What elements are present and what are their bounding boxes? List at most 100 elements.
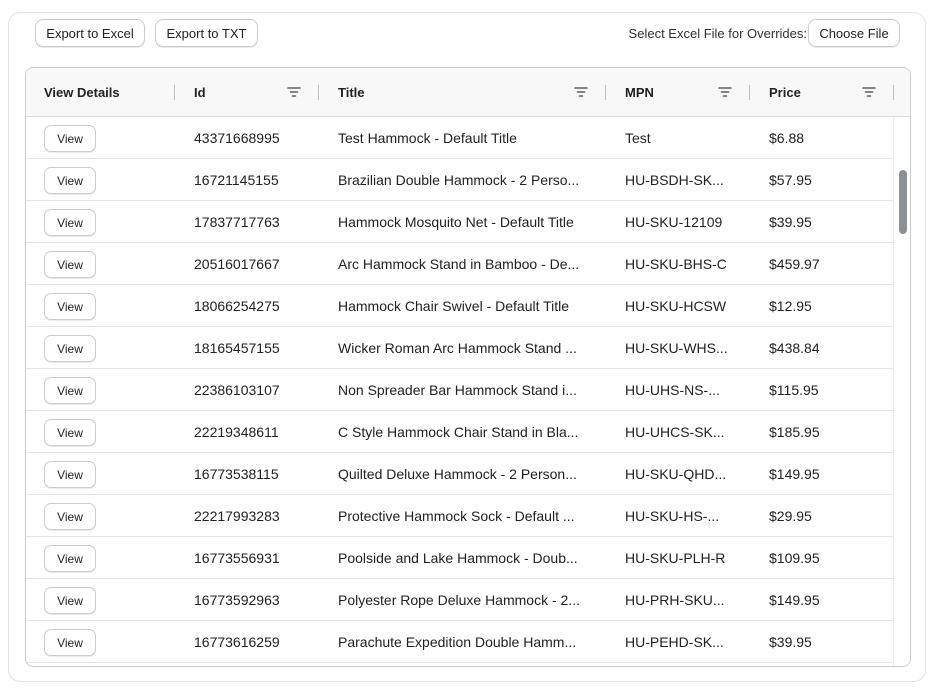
column-resizer[interactable] [174, 85, 175, 100]
view-details-button[interactable]: View [44, 293, 96, 320]
view-details-button[interactable]: View [44, 209, 96, 236]
view-details-button[interactable]: View [44, 167, 96, 194]
view-details-button[interactable]: View [44, 419, 96, 446]
filter-icon[interactable] [718, 86, 732, 98]
export-txt-button[interactable]: Export to TXT [155, 19, 258, 47]
column-resizer[interactable] [318, 85, 319, 100]
table-row[interactable]: View 18066254275 Hammock Chair Swivel - De… [26, 285, 894, 327]
cell-price: $39.95 [769, 213, 812, 230]
column-header-title[interactable]: Title [338, 68, 538, 116]
table-row[interactable]: View 18165457155 Wicker Roman Arc Hammock … [26, 327, 894, 369]
cell-title: Protective Hammock Sock - Default ... [338, 507, 575, 524]
table-row[interactable]: View 16773538115 Quilted Deluxe Hammock - … [26, 453, 894, 495]
filter-icon[interactable] [574, 86, 588, 98]
vertical-scrollbar[interactable] [893, 117, 910, 666]
cell-title: Brazilian Double Hammock - 2 Perso... [338, 171, 580, 188]
cell-price: $29.95 [769, 507, 812, 524]
cell-id: 43371668995 [194, 129, 280, 146]
view-details-button[interactable]: View [44, 503, 96, 530]
cell-title: Hammock Chair Swivel - Default Title [338, 297, 570, 314]
cell-title: C Style Hammock Chair Stand in Bla... [338, 423, 579, 440]
filter-icon[interactable] [862, 86, 876, 98]
view-details-button[interactable]: View [44, 461, 96, 488]
cell-price: $459.97 [769, 255, 820, 272]
column-resizer[interactable] [605, 85, 606, 100]
column-header-mpn[interactable]: MPN [625, 68, 715, 116]
view-details-button[interactable]: View [44, 629, 96, 656]
cell-id: 17837717763 [194, 213, 280, 230]
cell-id: 16721145155 [194, 171, 279, 188]
cell-id: 22217993283 [194, 507, 280, 524]
choose-file-button[interactable]: Choose File [808, 19, 900, 47]
cell-id: 16773592963 [194, 591, 280, 608]
cell-mpn: HU-SKU-WHS... [625, 339, 728, 356]
table-row[interactable]: View 16773556931 Poolside and Lake Hammock… [26, 537, 894, 579]
column-header-view-details[interactable]: View Details [44, 68, 174, 116]
export-panel: Export to Excel Export to TXT Select Exc… [8, 12, 926, 682]
grid-header: View Details Id Title MPN Price [26, 68, 910, 117]
cell-title: Hammock Mosquito Net - Default Title [338, 213, 574, 230]
table-row[interactable]: View 16773616259 Parachute Expedition Doub… [26, 621, 894, 663]
cell-price: $438.84 [769, 339, 820, 356]
cell-id: 20516017667 [194, 255, 280, 272]
table-row[interactable]: View 22219348611 C Style Hammock Chair Sta… [26, 411, 894, 453]
cell-mpn: HU-SKU-QHD... [625, 465, 727, 482]
cell-mpn: HU-PRH-SKU... [625, 591, 725, 608]
cell-id: 18165457155 [194, 339, 280, 356]
cell-title: Wicker Roman Arc Hammock Stand ... [338, 339, 577, 356]
grid-body: View 43371668995 Test Hammock - Default Ti… [26, 117, 894, 666]
cell-price: $115.95 [769, 381, 819, 398]
cell-mpn: HU-SKU-HCSW [625, 297, 727, 314]
cell-mpn: Test [625, 129, 651, 146]
cell-price: $57.95 [769, 171, 812, 188]
cell-mpn: HU-BSDH-SK... [625, 171, 724, 188]
table-row[interactable]: View 16721145155 Brazilian Double Hammock … [26, 159, 894, 201]
cell-title: Polyester Rope Deluxe Hammock - 2... [338, 591, 580, 608]
cell-id: 16773556931 [194, 549, 280, 566]
view-details-button[interactable]: View [44, 545, 96, 572]
cell-mpn: HU-SKU-HS-... [625, 507, 720, 524]
products-grid: View Details Id Title MPN Price View 4337… [25, 67, 911, 667]
table-row[interactable]: View 22217993283 Protective Hammock Sock -… [26, 495, 894, 537]
table-row[interactable]: View 22386103107 Non Spreader Bar Hammock … [26, 369, 894, 411]
column-resizer[interactable] [749, 85, 750, 100]
view-details-button[interactable]: View [44, 125, 96, 152]
table-row[interactable]: View 20516017667 Arc Hammock Stand in Bamb… [26, 243, 894, 285]
cell-title: Parachute Expedition Double Hamm... [338, 633, 577, 650]
cell-mpn: HU-SKU-PLH-R [625, 549, 726, 566]
scrollbar-thumb[interactable] [899, 170, 907, 234]
view-details-button[interactable]: View [44, 251, 96, 278]
cell-mpn: HU-UHS-NS-... [625, 381, 720, 398]
view-details-button[interactable]: View [44, 335, 96, 362]
override-file-label: Select Excel File for Overrides: [628, 26, 807, 41]
cell-id: 16773538115 [194, 465, 279, 482]
cell-title: Non Spreader Bar Hammock Stand i... [338, 381, 577, 398]
cell-price: $6.88 [769, 129, 805, 146]
cell-mpn: HU-PEHD-SK... [625, 633, 724, 650]
cell-price: $39.95 [769, 633, 812, 650]
column-resizer[interactable] [893, 85, 894, 100]
cell-price: $149.95 [769, 465, 820, 482]
cell-id: 22219348611 [194, 423, 279, 440]
column-header-id[interactable]: Id [194, 68, 284, 116]
cell-title: Quilted Deluxe Hammock - 2 Person... [338, 465, 577, 482]
view-details-button[interactable]: View [44, 587, 96, 614]
table-row[interactable]: View 17837717763 Hammock Mosquito Net - De… [26, 201, 894, 243]
table-row[interactable]: View 43371668995 Test Hammock - Default Ti… [26, 117, 894, 159]
cell-title: Test Hammock - Default Title [338, 129, 517, 146]
cell-id: 16773616259 [194, 633, 280, 650]
cell-price: $185.95 [769, 423, 820, 440]
table-row[interactable]: View 16773592963 Polyester Rope Deluxe Ham… [26, 579, 894, 621]
column-header-price[interactable]: Price [769, 68, 859, 116]
cell-mpn: HU-SKU-12109 [625, 213, 723, 230]
filter-icon[interactable] [287, 86, 301, 98]
cell-price: $149.95 [769, 591, 820, 608]
view-details-button[interactable]: View [44, 377, 96, 404]
cell-title: Arc Hammock Stand in Bamboo - De... [338, 255, 580, 272]
cell-mpn: HU-UHCS-SK... [625, 423, 725, 440]
cell-id: 18066254275 [194, 297, 280, 314]
export-excel-button[interactable]: Export to Excel [35, 19, 145, 47]
cell-mpn: HU-SKU-BHS-C [625, 255, 727, 272]
cell-id: 22386103107 [194, 381, 280, 398]
cell-price: $109.95 [769, 549, 820, 566]
